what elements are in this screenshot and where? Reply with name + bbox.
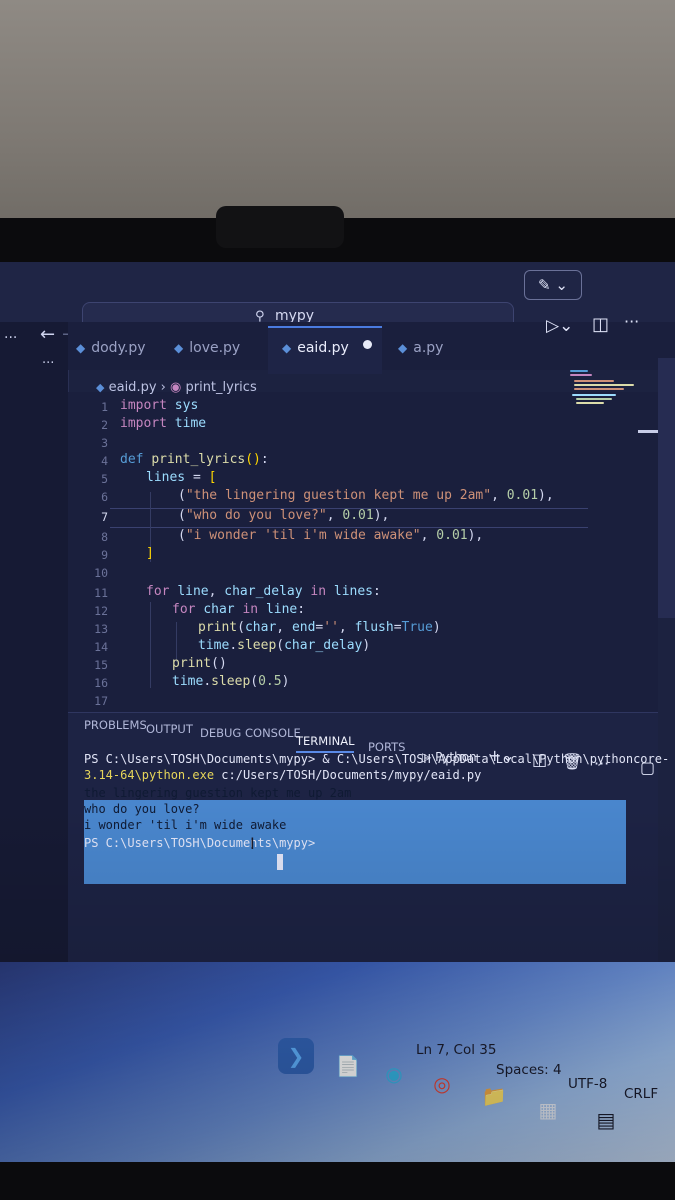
status-encoding[interactable]: UTF-8	[568, 1076, 607, 1092]
file-explorer-taskbar-icon[interactable]: 📄	[330, 1048, 366, 1084]
line-number: 5	[101, 472, 108, 486]
panel-tab-terminal[interactable]: TERMINAL	[296, 734, 355, 753]
code-line-16: time.sleep(0.5)	[172, 674, 290, 689]
line-number: 12	[94, 604, 108, 618]
line-number: 4	[101, 454, 108, 468]
terminal-output-2: who do you love?	[84, 802, 200, 816]
code-line-4: def print_lyrics():	[120, 452, 269, 467]
line-number: 2	[101, 418, 108, 432]
calculator-taskbar-icon[interactable]: ▤	[588, 1102, 624, 1138]
code-line-12: for char in line:	[172, 602, 306, 617]
line-number: 17	[94, 694, 108, 708]
python-file-icon: ◆	[96, 381, 105, 394]
chrome-taskbar-icon[interactable]: ◎	[424, 1066, 460, 1102]
tab-eaid[interactable]: ◆ eaid.py	[282, 340, 349, 356]
python-file-icon: ◆	[76, 341, 86, 355]
store-taskbar-icon[interactable]: ▦	[530, 1092, 566, 1128]
code-line-2: import time	[120, 416, 207, 431]
webcam	[216, 206, 344, 248]
code-line-1: import sys	[120, 398, 199, 413]
tab-love[interactable]: ◆ love.py	[174, 340, 240, 356]
chevron-right-icon: ›	[160, 380, 166, 395]
terminal-output-3: i wonder 'til i'm wide awake	[84, 818, 287, 832]
tab-dody[interactable]: ◆ dody.py	[76, 340, 145, 356]
code-line-9: ]	[146, 546, 154, 561]
line-number: 1	[101, 400, 108, 414]
code-line-13: print(char, end='', flush=True)	[198, 620, 441, 635]
back-arrow-icon[interactable]: ←	[40, 324, 55, 345]
code-line-11: for line, char_delay in lines:	[146, 584, 381, 599]
breadcrumb: ◆ eaid.py › ◉ print_lyrics	[96, 380, 257, 395]
edge-taskbar-icon[interactable]: ◉	[376, 1056, 412, 1092]
more-icon[interactable]: ···	[4, 330, 17, 346]
python-file-icon: ◆	[282, 341, 292, 355]
code-line-7: ("who do you love?", 0.01),	[178, 508, 390, 523]
copilot-button[interactable]: ✎ ⌄	[524, 270, 582, 300]
line-number: 10	[94, 566, 108, 580]
terminal-output-1: the lingering guestion kept me up 2am	[84, 786, 352, 800]
text-cursor-icon: I	[250, 834, 255, 853]
vscode-taskbar-icon[interactable]: ❯	[278, 1038, 314, 1074]
terminal-cursor	[277, 854, 283, 870]
line-number: 15	[94, 658, 108, 672]
split-editor-icon[interactable]: ◫	[592, 314, 609, 335]
code-line-14: time.sleep(char_delay)	[198, 638, 371, 653]
status-indentation[interactable]: Spaces: 4	[496, 1062, 562, 1078]
vscode-window: ⚲ mypy ✎ ⌄ ··· ← → ··· ◆dody.py ◆love.py…	[0, 262, 675, 1162]
run-icon[interactable]: ▷⌄	[546, 316, 573, 336]
panel-tab-debug-console[interactable]: DEBUG CONSOLE	[200, 726, 301, 740]
minimap[interactable]	[568, 368, 638, 414]
folder-taskbar-icon[interactable]: 📁	[476, 1078, 512, 1114]
terminal-command-line: PS C:\Users\TOSH\Documents\mypy> & C:\Us…	[84, 752, 670, 766]
code-line-15: print()	[172, 656, 227, 671]
unsaved-dot-icon[interactable]	[363, 340, 372, 349]
line-number: 16	[94, 676, 108, 690]
code-line-6: ("the lingering guestion kept me up 2am"…	[178, 488, 554, 503]
line-number: 14	[94, 640, 108, 654]
code-editor[interactable]	[68, 392, 658, 712]
line-number: 13	[94, 622, 108, 636]
function-symbol-icon: ◉	[170, 380, 182, 395]
editor-scrollbar[interactable]	[638, 430, 658, 433]
line-number: 8	[101, 530, 108, 544]
line-number: 7	[101, 510, 108, 524]
status-eol[interactable]: CRLF	[624, 1086, 658, 1102]
breadcrumb-file[interactable]: eaid.py	[109, 380, 157, 395]
python-file-icon: ◆	[398, 341, 408, 355]
line-number: 6	[101, 490, 108, 504]
code-line-8: ("i wonder 'til i'm wide awake", 0.01),	[178, 528, 484, 543]
terminal-prompt[interactable]: PS C:\Users\TOSH\Documents\mypy>	[84, 836, 315, 850]
more-actions-icon[interactable]: ···	[624, 312, 639, 331]
python-file-icon: ◆	[174, 341, 184, 355]
editor-side-edge	[658, 358, 675, 618]
breadcrumb-symbol[interactable]: print_lyrics	[185, 380, 256, 395]
line-number: 3	[101, 436, 108, 450]
line-number: 9	[101, 548, 108, 562]
panel-tab-problems[interactable]: PROBLEMS	[84, 718, 147, 732]
code-line-5: lines = [	[146, 470, 217, 485]
status-cursor-position[interactable]: Ln 7, Col 35	[416, 1042, 496, 1058]
terminal-command-line-wrap: 3.14-64\python.exe c:/Users/TOSH/Documen…	[84, 768, 482, 782]
panel-tab-output[interactable]: OUTPUT	[146, 722, 193, 736]
tab-a[interactable]: ◆ a.py	[398, 340, 443, 356]
line-number: 11	[94, 586, 108, 600]
sidebar-more-icon[interactable]: ···	[42, 356, 54, 371]
indent-guide	[150, 602, 151, 688]
